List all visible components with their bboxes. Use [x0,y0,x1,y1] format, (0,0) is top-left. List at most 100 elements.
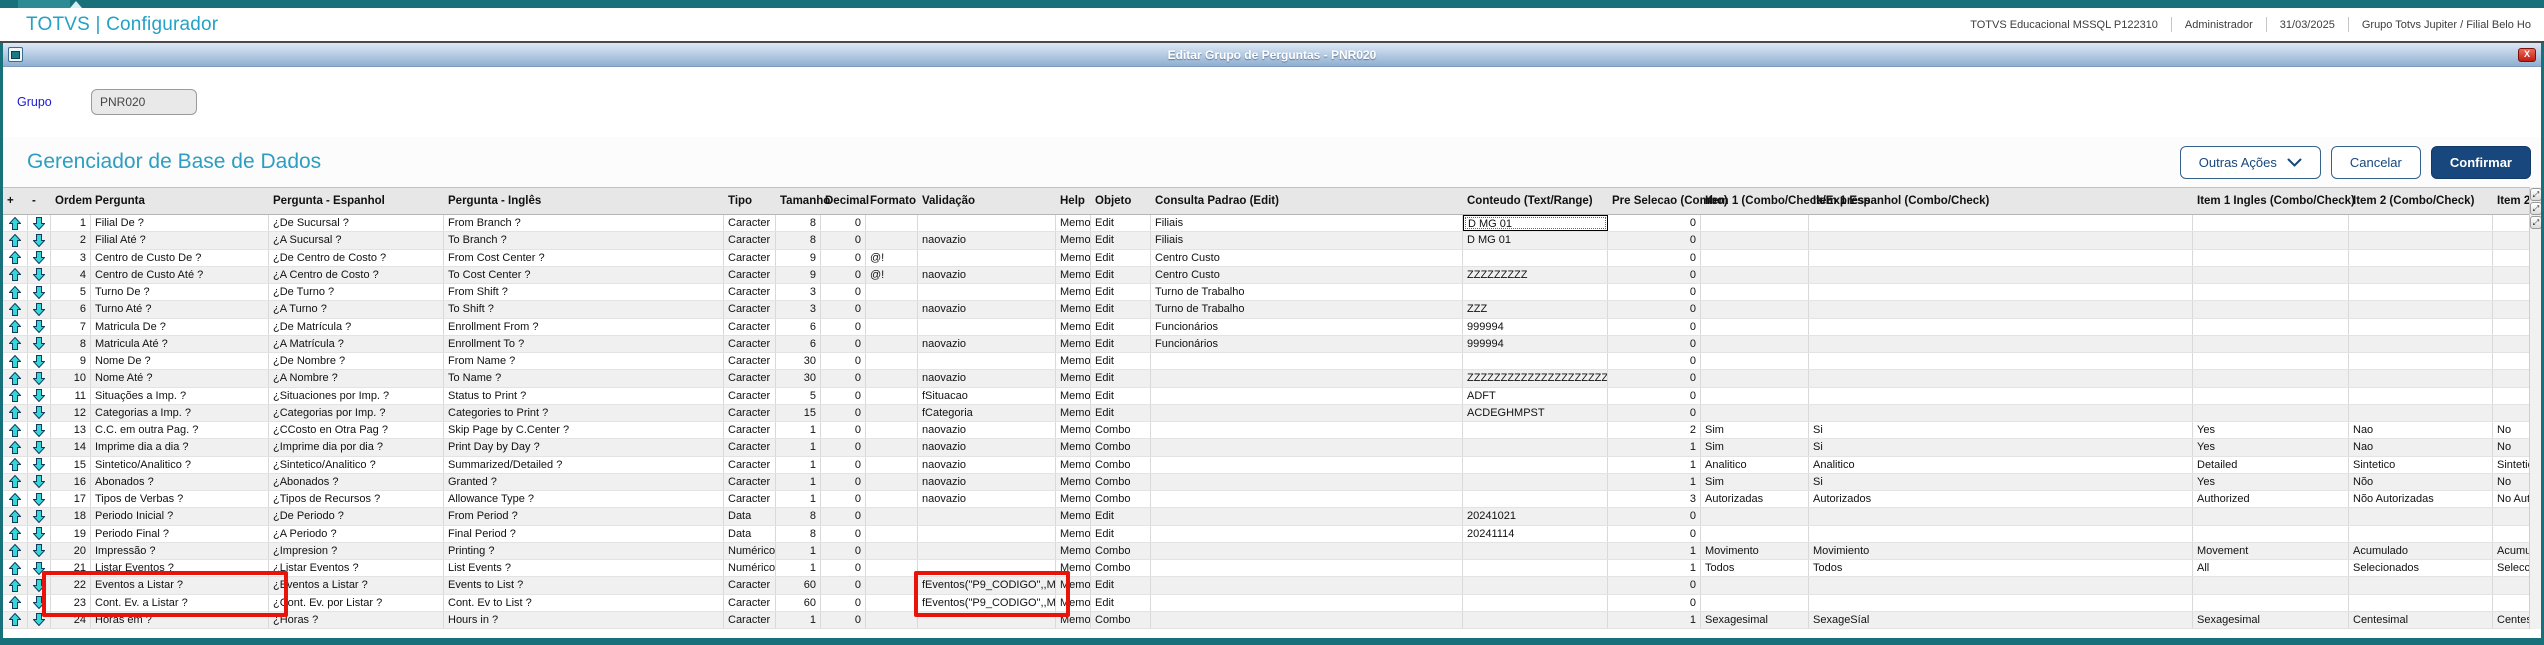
cell-item2_esp[interactable] [2493,405,2529,421]
grid-resize-icon[interactable]: ⤢ [2530,188,2541,201]
cell-item1[interactable]: Sim [1701,439,1809,456]
cell-objeto[interactable]: Edit [1091,594,1151,611]
cell-tipo[interactable]: Caracter [724,473,776,490]
cell-item1_ing[interactable] [2193,387,2349,404]
cell-item1_ing[interactable]: Authorized [2193,491,2349,508]
cell-item1[interactable] [1701,215,1809,232]
cell-pergunta[interactable]: Impressão ? [91,542,269,559]
cell-item2_esp[interactable] [2493,577,2529,593]
cell-item2_esp[interactable]: No [2493,422,2529,438]
cell-pergunta[interactable]: Sintetico/Analitico ? [91,456,269,473]
cell-validacao[interactable] [918,508,1056,525]
cell-espanhol[interactable]: ¿Horas ? [269,611,444,628]
grid-resize-icon[interactable]: ⤢ [2530,216,2541,229]
cell-conteudo[interactable] [1463,542,1608,559]
cell-item2[interactable] [2349,284,2493,301]
cell-pergunta[interactable]: Imprime dia a dia ? [91,439,269,456]
cancel-button[interactable]: Cancelar [2330,145,2421,179]
cell-consulta[interactable]: Centro Custo [1151,266,1463,283]
cell-preselecao[interactable]: 0 [1608,266,1701,283]
cell-item2[interactable] [2349,370,2493,387]
cell-consulta[interactable] [1151,542,1463,559]
cell-item1_esp[interactable] [1809,318,2193,335]
cell-ordem[interactable]: 12 [51,404,91,421]
cell-pergunta[interactable]: C.C. em outra Pag. ? [91,422,269,439]
move-down-icon[interactable] [28,249,51,266]
move-up-icon[interactable] [3,611,28,628]
cell-item2[interactable]: Nõo [2349,473,2493,490]
cell-item1[interactable]: Analitico [1701,456,1809,473]
cell-espanhol[interactable]: ¿A Periodo ? [269,525,444,542]
cell-formato[interactable] [866,318,918,335]
cell-formato[interactable] [866,387,918,404]
cell-decimal[interactable]: 0 [821,266,866,283]
cell-formato[interactable] [866,370,918,387]
cell-help[interactable]: Memo [1056,542,1091,559]
move-up-icon[interactable] [3,560,28,577]
cell-preselecao[interactable]: 0 [1608,335,1701,352]
cell-tipo[interactable]: Caracter [724,370,776,387]
cell-validacao[interactable] [918,284,1056,301]
cell-formato[interactable] [866,611,918,628]
group-input[interactable] [91,89,197,115]
cell-ordem[interactable]: 13 [51,422,91,439]
cell-tamanho[interactable]: 8 [776,525,821,542]
cell-tamanho[interactable]: 1 [776,456,821,473]
cell-tamanho[interactable]: 1 [776,439,821,456]
move-down-icon[interactable] [28,525,51,542]
move-up-icon[interactable] [3,232,28,249]
cell-ingles[interactable]: From Cost Center ? [444,249,724,266]
cell-consulta[interactable]: Centro Custo [1151,249,1463,266]
cell-tamanho[interactable]: 15 [776,404,821,421]
move-up-icon[interactable] [3,439,28,456]
cell-espanhol[interactable]: ¿De Turno ? [269,284,444,301]
cell-ordem[interactable]: 15 [51,456,91,473]
cell-item2[interactable] [2349,249,2493,266]
cell-objeto[interactable]: Combo [1091,473,1151,490]
cell-item2_esp[interactable] [2493,595,2529,611]
cell-tipo[interactable]: Caracter [724,301,776,318]
cell-formato[interactable] [866,353,918,370]
cell-help[interactable]: Memo [1056,266,1091,283]
cell-objeto[interactable]: Edit [1091,387,1151,404]
cell-item2[interactable]: Selecionados [2349,560,2493,577]
cell-item1[interactable] [1701,353,1809,370]
cell-conteudo[interactable] [1463,594,1608,611]
cell-espanhol[interactable]: ¿A Sucursal ? [269,232,444,249]
cell-item1_esp[interactable]: Analitico [1809,456,2193,473]
cell-formato[interactable] [866,439,918,456]
cell-item1_esp[interactable] [1809,232,2193,249]
cell-item1[interactable] [1701,525,1809,542]
cell-pergunta[interactable]: Listar Eventos ? [91,560,269,577]
cell-item1_ing[interactable]: Yes [2193,473,2349,490]
cell-help[interactable]: Memo [1056,301,1091,318]
cell-tamanho[interactable]: 30 [776,370,821,387]
cell-item2_esp[interactable] [2493,508,2529,524]
cell-preselecao[interactable]: 0 [1608,318,1701,335]
cell-ingles[interactable]: To Cost Center ? [444,266,724,283]
cell-item2[interactable]: Nao [2349,439,2493,456]
move-down-icon[interactable] [28,577,51,594]
cell-tipo[interactable]: Caracter [724,387,776,404]
cell-validacao[interactable] [918,611,1056,628]
move-down-icon[interactable] [28,404,51,421]
cell-conteudo[interactable] [1463,422,1608,439]
cell-validacao[interactable]: fCategoria [918,404,1056,421]
cell-formato[interactable] [866,232,918,249]
move-down-icon[interactable] [28,594,51,611]
cell-item2[interactable]: Acumulado [2349,542,2493,559]
cell-ingles[interactable]: Summarized/Detailed ? [444,456,724,473]
cell-conteudo[interactable] [1463,456,1608,473]
move-up-icon[interactable] [3,301,28,318]
move-up-icon[interactable] [3,594,28,611]
cell-item1_esp[interactable] [1809,404,2193,421]
cell-item1_ing[interactable] [2193,404,2349,421]
cell-decimal[interactable]: 0 [821,422,866,439]
move-down-icon[interactable] [28,611,51,628]
cell-item1_esp[interactable]: Movimiento [1809,542,2193,559]
cell-preselecao[interactable]: 0 [1608,301,1701,318]
cell-tipo[interactable]: Caracter [724,439,776,456]
cell-tamanho[interactable]: 1 [776,542,821,559]
cell-ordem[interactable]: 20 [51,542,91,559]
cell-help[interactable]: Memo [1056,491,1091,508]
